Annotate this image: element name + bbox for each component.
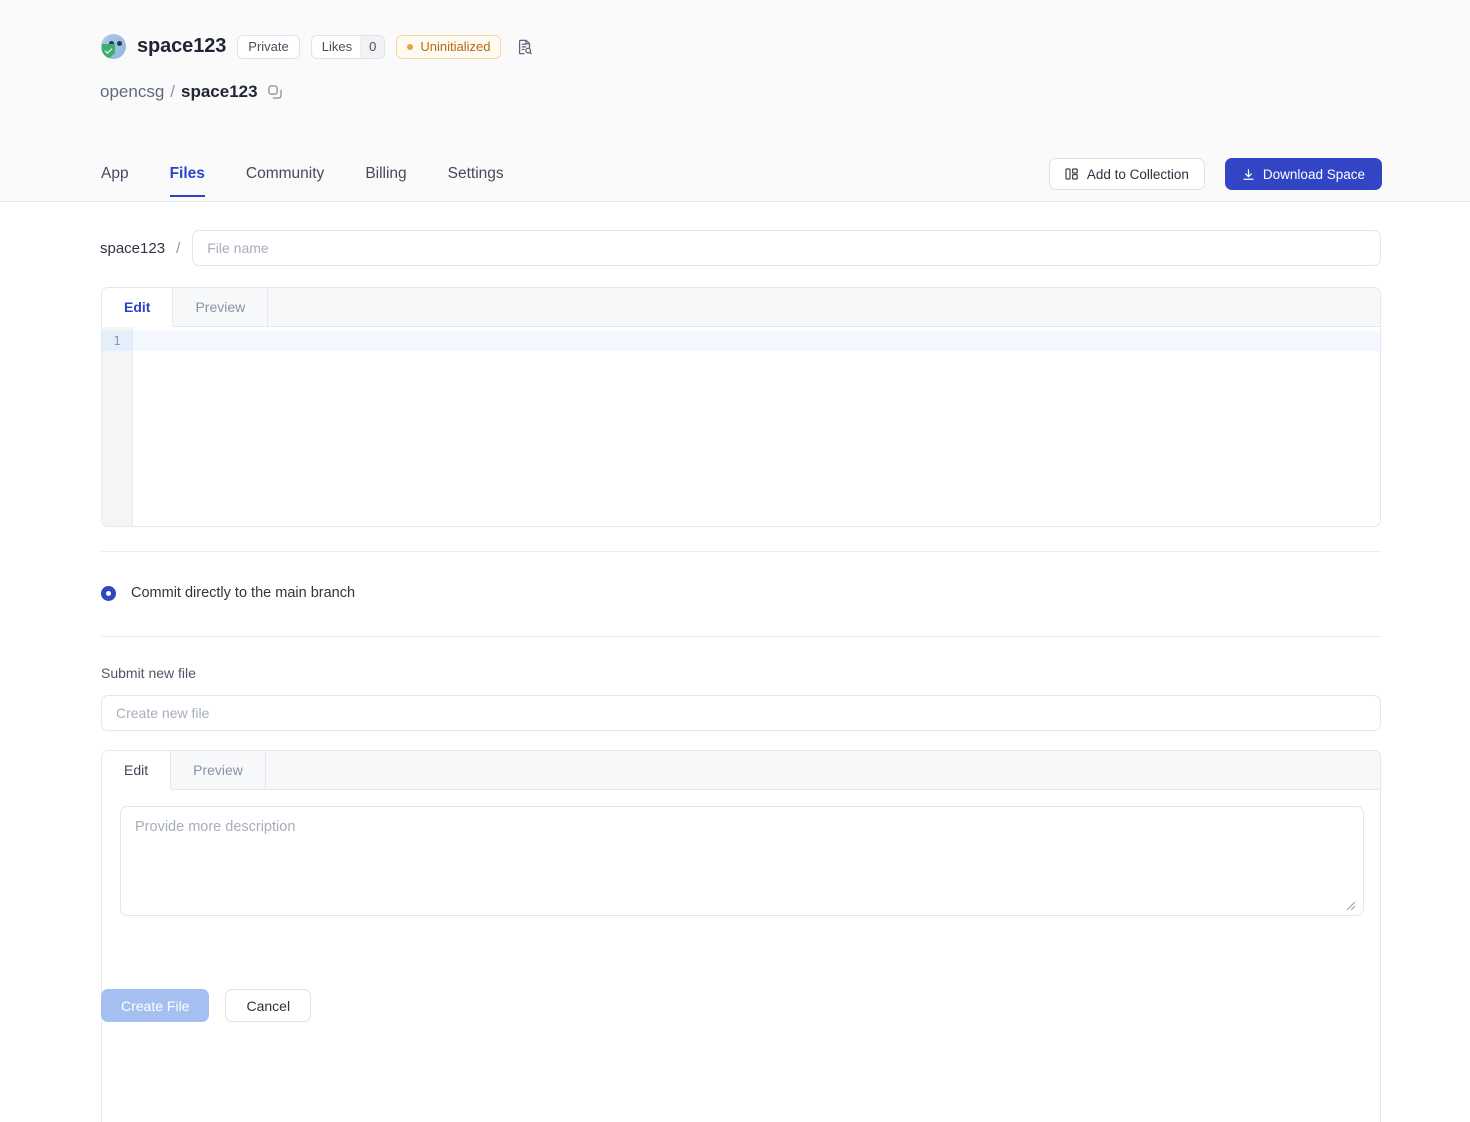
likes-count: 0 bbox=[360, 36, 384, 58]
editor-tab-edit[interactable]: Edit bbox=[102, 288, 173, 327]
page-header: space123 Private Likes 0 Uninitialized bbox=[0, 0, 1470, 202]
create-new-file-input[interactable] bbox=[101, 695, 1381, 731]
editor-tabs-filler bbox=[268, 288, 1380, 326]
shield-check-icon bbox=[102, 44, 115, 59]
code-editor[interactable]: 1 bbox=[102, 327, 1380, 527]
cancel-button[interactable]: Cancel bbox=[225, 989, 311, 1022]
tab-settings[interactable]: Settings bbox=[448, 165, 504, 197]
copy-icon[interactable] bbox=[258, 84, 283, 100]
file-editor-card: Edit Preview 1 bbox=[101, 287, 1381, 527]
submit-new-file-label: Submit new file bbox=[101, 665, 196, 681]
document-search-icon[interactable] bbox=[516, 38, 534, 56]
tab-app[interactable]: App bbox=[101, 165, 129, 197]
divider-bottom bbox=[101, 636, 1381, 637]
header-actions: Add to Collection Download Space bbox=[1049, 158, 1382, 190]
nav-tabs: App Files Community Billing Settings bbox=[101, 165, 545, 197]
commit-directly-label: Commit directly to the main branch bbox=[131, 585, 355, 601]
editor-tabs: Edit Preview bbox=[102, 288, 1380, 327]
collection-icon bbox=[1065, 167, 1079, 181]
tab-community[interactable]: Community bbox=[246, 165, 324, 197]
path-separator: / bbox=[176, 240, 180, 257]
line-number: 1 bbox=[102, 331, 132, 351]
description-tabs-filler bbox=[266, 751, 1380, 789]
avatar-eye-right bbox=[117, 41, 122, 46]
download-space-label: Download Space bbox=[1263, 167, 1365, 182]
breadcrumb-owner[interactable]: opencsg bbox=[100, 82, 164, 102]
divider-top bbox=[101, 551, 1381, 552]
download-space-button[interactable]: Download Space bbox=[1225, 158, 1382, 190]
breadcrumb: opencsg / space123 bbox=[100, 82, 283, 102]
tab-billing[interactable]: Billing bbox=[365, 165, 406, 197]
commit-option-row[interactable]: Commit directly to the main branch bbox=[101, 585, 355, 601]
description-card: Edit Preview bbox=[101, 750, 1381, 1122]
description-textarea[interactable] bbox=[120, 806, 1364, 916]
code-lines[interactable] bbox=[133, 327, 1380, 527]
tab-files[interactable]: Files bbox=[170, 165, 205, 197]
breadcrumb-current: space123 bbox=[181, 82, 258, 102]
file-name-input[interactable] bbox=[192, 230, 1381, 266]
visibility-badge: Private bbox=[237, 35, 299, 59]
page-title: space123 bbox=[137, 35, 226, 58]
add-to-collection-button[interactable]: Add to Collection bbox=[1049, 158, 1205, 190]
editor-tab-preview[interactable]: Preview bbox=[173, 288, 268, 326]
filename-row: space123 / bbox=[100, 230, 1381, 266]
description-tab-preview[interactable]: Preview bbox=[171, 751, 266, 789]
status-dot-icon bbox=[407, 44, 413, 50]
add-to-collection-label: Add to Collection bbox=[1087, 167, 1189, 182]
likes-badge[interactable]: Likes 0 bbox=[311, 35, 386, 59]
create-file-button[interactable]: Create File bbox=[101, 989, 209, 1022]
path-prefix: space123 bbox=[100, 240, 165, 257]
status-badge-label: Uninitialized bbox=[420, 39, 490, 54]
likes-label: Likes bbox=[322, 39, 352, 54]
repo-title-row: space123 Private Likes 0 Uninitialized bbox=[101, 34, 534, 59]
footer-actions: Create File Cancel bbox=[101, 989, 311, 1022]
status-badge: Uninitialized bbox=[396, 35, 501, 59]
download-icon bbox=[1242, 168, 1255, 181]
avatar bbox=[101, 34, 126, 59]
code-line-active bbox=[133, 331, 1380, 351]
line-number-gutter: 1 bbox=[102, 327, 133, 527]
description-body bbox=[102, 790, 1380, 916]
page-root: space123 Private Likes 0 Uninitialized bbox=[0, 0, 1470, 1122]
breadcrumb-separator: / bbox=[170, 82, 175, 102]
description-tabs: Edit Preview bbox=[102, 751, 1380, 790]
description-tab-edit[interactable]: Edit bbox=[102, 751, 171, 790]
commit-directly-radio[interactable] bbox=[101, 586, 116, 601]
